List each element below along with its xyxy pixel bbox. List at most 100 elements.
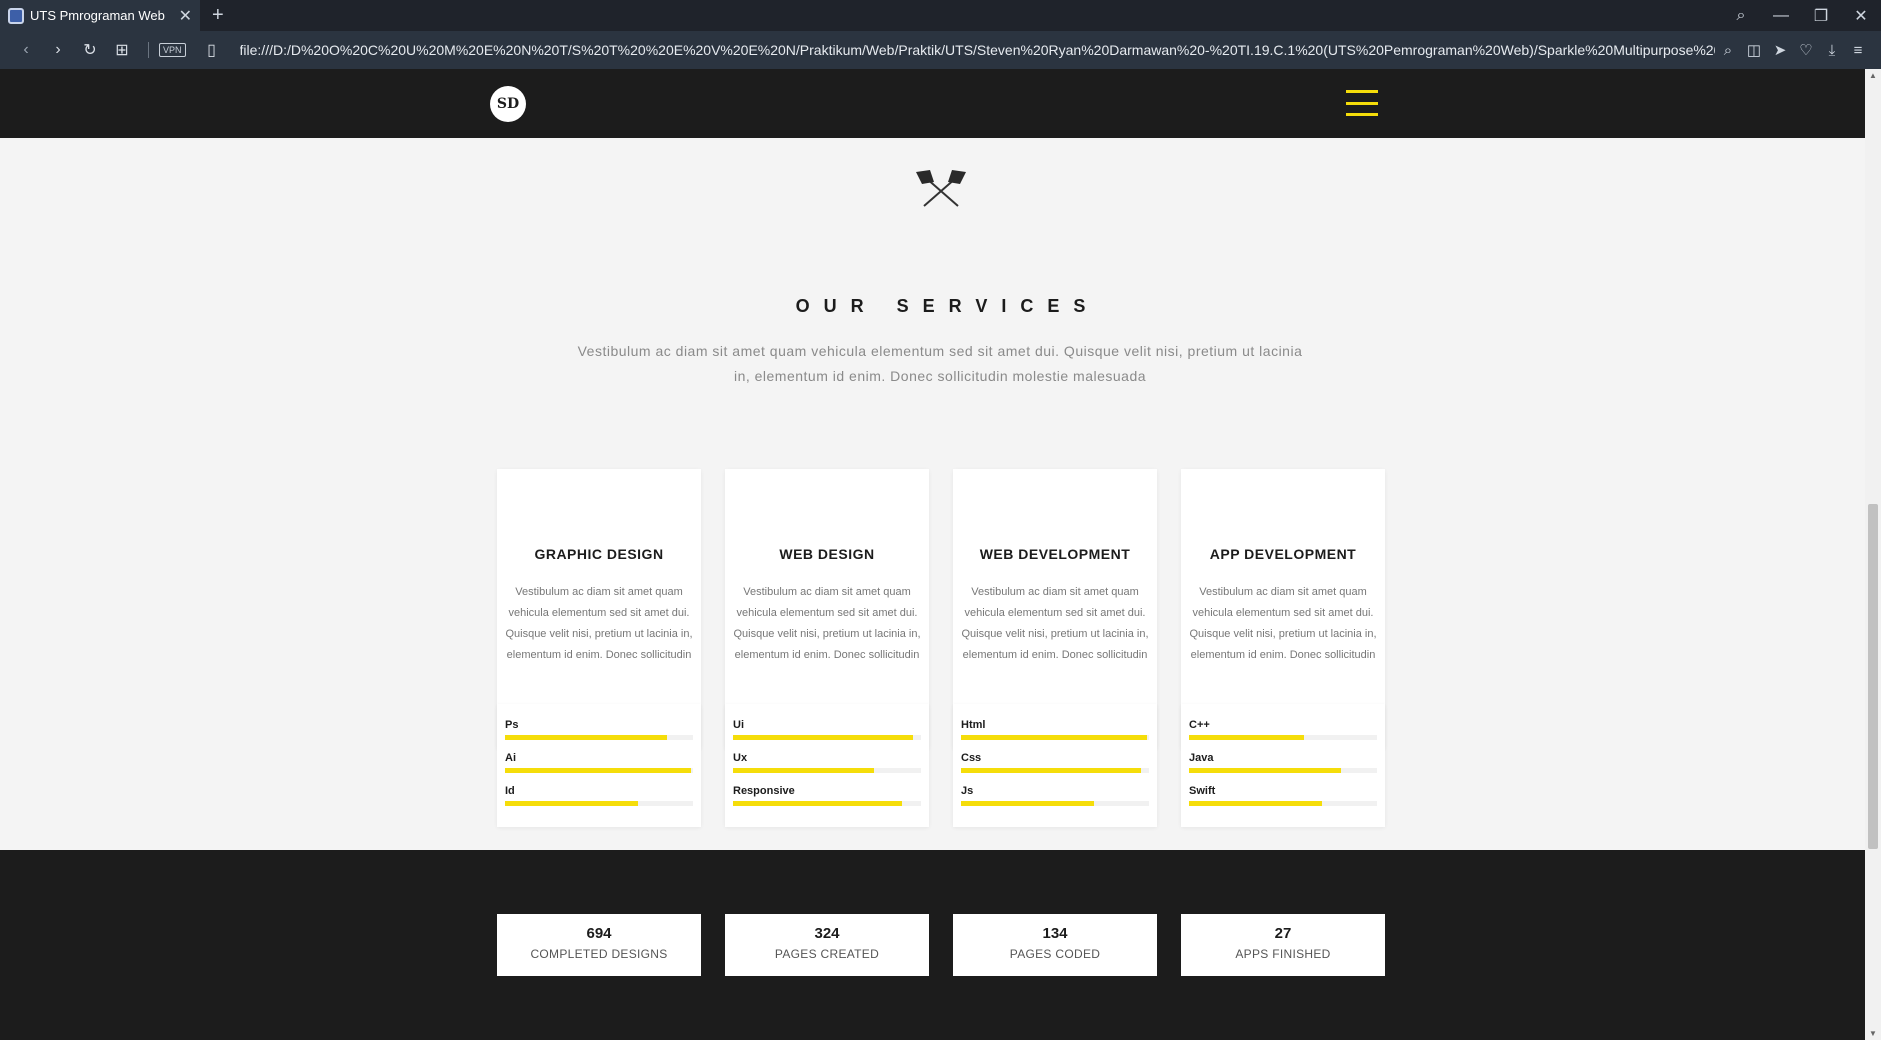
page-info-icon[interactable]: ▯ (196, 40, 228, 60)
stat-number: 324 (814, 925, 840, 942)
address-bar: ‹ › ↻ ⊞ VPN ▯ file:///D:/D%20O%20C%20U%2… (0, 31, 1881, 69)
skill-label: Ux (733, 752, 748, 764)
bookmark-heart-icon[interactable]: ♡ (1793, 41, 1819, 59)
menu-hamburger-icon[interactable] (1346, 90, 1378, 116)
skill-row: Html (961, 719, 1149, 752)
skill-row: Js (961, 785, 1149, 818)
skills-panel: Html Css Js (953, 704, 1157, 827)
stat-number: 27 (1274, 925, 1292, 942)
skill-row: Css (961, 752, 1149, 785)
skill-track (1189, 735, 1377, 740)
close-tab-icon[interactable]: ✕ (179, 6, 192, 26)
toolbar-tools: ⌕ ◫ ➤ ♡ ⤓ ≡ (1715, 41, 1871, 60)
services-description: Vestibulum ac diam sit amet quam vehicul… (577, 343, 1303, 384)
skill-row: C++ (1189, 719, 1377, 752)
skills-panel: Ui Ux Responsive (725, 704, 929, 827)
skill-bar (1189, 735, 1304, 740)
skill-bar (961, 801, 1095, 806)
service-card-text: Vestibulum ac diam sit amet quam vehicul… (961, 586, 1149, 661)
skill-bar (961, 768, 1142, 773)
url-input[interactable]: file:///D:/D%20O%20C%20U%20M%20E%20N%20T… (240, 42, 1715, 58)
restore-icon[interactable]: ❐ (1801, 6, 1841, 26)
skill-track (733, 801, 921, 806)
stat-box: 27 APPS FINISHED (1181, 914, 1385, 976)
service-card-text: Vestibulum ac diam sit amet quam vehicul… (733, 586, 921, 661)
skill-label: Css (961, 752, 982, 764)
skill-bar (733, 735, 914, 740)
service-card-text: Vestibulum ac diam sit amet quam vehicul… (505, 586, 693, 661)
skill-track (505, 801, 693, 806)
skill-track (505, 768, 693, 773)
services-section: OUR SERVICES Vestibulum ac diam sit amet… (0, 138, 1865, 850)
skill-row: Java (1189, 752, 1377, 785)
stat-number: 134 (1042, 925, 1068, 942)
stat-caption: APPS FINISHED (1235, 947, 1331, 961)
back-icon[interactable]: ‹ (10, 41, 42, 59)
skill-bar (1189, 768, 1342, 773)
browser-tab[interactable]: UTS Pmrograman Web ✕ (0, 0, 200, 31)
site-logo[interactable]: SD (490, 86, 526, 122)
vpn-badge[interactable]: VPN (159, 43, 186, 57)
scroll-down-icon[interactable]: ▼ (1869, 1029, 1877, 1038)
window-controls: ⌕ — ❐ ✕ (1721, 0, 1881, 31)
skill-track (1189, 801, 1377, 806)
skill-label: C++ (1189, 719, 1210, 731)
service-card-title: WEB DEVELOPMENT (979, 546, 1131, 562)
skill-bar (1189, 801, 1323, 806)
close-window-icon[interactable]: ✕ (1841, 6, 1881, 26)
scroll-up-icon[interactable]: ▲ (1869, 71, 1877, 80)
page-scrollbar[interactable]: ▲ ▼ (1865, 69, 1881, 1040)
skill-label: Id (505, 785, 515, 797)
skill-track (505, 735, 693, 740)
stat-caption: COMPLETED DESIGNS (530, 947, 668, 961)
search-tabs-icon[interactable]: ⌕ (1721, 7, 1761, 25)
stat-caption: PAGES CODED (1009, 947, 1101, 961)
toolbar-divider (148, 42, 149, 58)
stat-box: 324 PAGES CREATED (725, 914, 929, 976)
skill-track (1189, 768, 1377, 773)
tab-favicon-icon (8, 7, 24, 24)
skill-bar (733, 801, 903, 806)
skill-row: Ux (733, 752, 921, 785)
snapshot-icon[interactable]: ◫ (1741, 41, 1767, 59)
stat-box: 134 PAGES CODED (953, 914, 1157, 976)
skill-label: Swift (1189, 785, 1216, 797)
skill-row: Ai (505, 752, 693, 785)
skill-row: Ps (505, 719, 693, 752)
stat-caption: PAGES CREATED (774, 947, 880, 961)
forward-icon[interactable]: › (42, 41, 74, 59)
stats-section: 694 COMPLETED DESIGNS 324 PAGES CREATED … (0, 850, 1865, 1040)
skill-track (733, 735, 921, 740)
stat-number: 694 (586, 925, 612, 942)
crossed-axes-icon (916, 170, 966, 207)
skill-bar (961, 735, 1148, 740)
browser-tab-bar: UTS Pmrograman Web ✕ + ⌕ — ❐ ✕ (0, 0, 1881, 31)
skill-label: Html (961, 719, 986, 731)
skill-track (961, 801, 1149, 806)
skill-bar (505, 768, 692, 773)
services-title: OUR SERVICES (795, 296, 1100, 316)
page-viewport: SD OUR SERVICES Vestibulum ac diam sit a… (0, 69, 1881, 1040)
tab-title: UTS Pmrograman Web (30, 8, 165, 23)
new-tab-button[interactable]: + (212, 4, 224, 27)
service-card-text: Vestibulum ac diam sit amet quam vehicul… (1189, 586, 1377, 661)
skill-bar (505, 801, 639, 806)
speed-dial-icon[interactable]: ⊞ (106, 40, 138, 60)
stat-box: 694 COMPLETED DESIGNS (497, 914, 701, 976)
service-card-title: APP DEVELOPMENT (1209, 546, 1357, 562)
easy-setup-icon[interactable]: ≡ (1845, 42, 1871, 59)
skill-row: Responsive (733, 785, 921, 818)
minimize-icon[interactable]: — (1761, 7, 1801, 25)
skill-track (961, 768, 1149, 773)
find-icon[interactable]: ⌕ (1715, 42, 1741, 59)
service-card-title: WEB DESIGN (779, 546, 875, 562)
skill-track (961, 735, 1149, 740)
skill-label: Responsive (733, 785, 795, 797)
skill-row: Id (505, 785, 693, 818)
skill-track (733, 768, 921, 773)
reload-icon[interactable]: ↻ (74, 40, 106, 60)
send-icon[interactable]: ➤ (1767, 41, 1793, 59)
scrollbar-thumb[interactable] (1868, 504, 1878, 849)
download-icon[interactable]: ⤓ (1819, 42, 1845, 59)
skill-row: Swift (1189, 785, 1377, 818)
